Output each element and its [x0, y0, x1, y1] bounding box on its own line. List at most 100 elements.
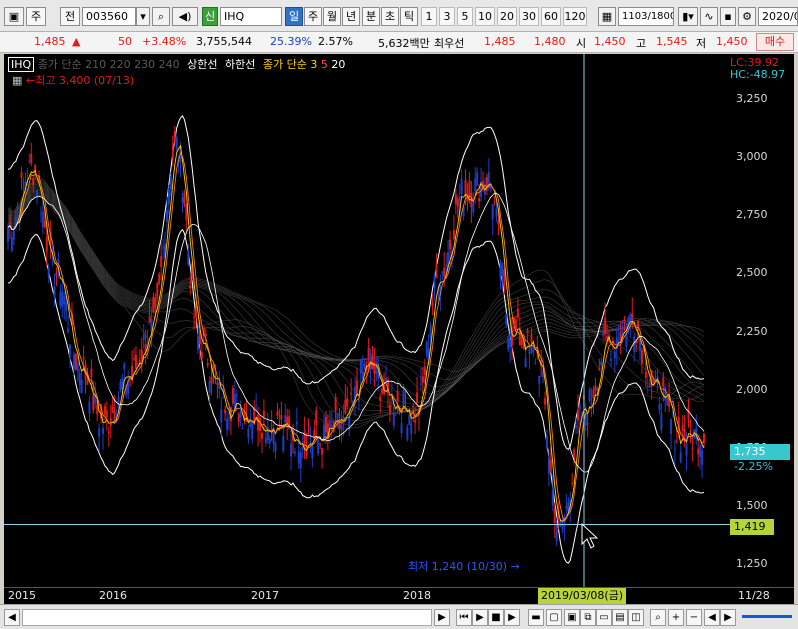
- tab-second[interactable]: 초: [381, 7, 399, 26]
- candle-body: [367, 347, 370, 358]
- prev-button[interactable]: 전: [60, 7, 80, 26]
- candle-body: [55, 272, 58, 276]
- stock-code-input[interactable]: 003560: [82, 7, 136, 26]
- search-icon-bottom[interactable]: ⌕: [650, 609, 666, 626]
- table-icon[interactable]: ▦: [12, 74, 22, 87]
- y-tick-label: 1,500: [736, 498, 768, 512]
- stock-name-field[interactable]: IHQ: [220, 7, 282, 26]
- date-field[interactable]: 2020/0: [758, 7, 798, 26]
- scroll-bar[interactable]: ◀ ▶ ⏮ ▶ ■ ▶ ▬ ▢ ▣ ⧉ ▭ ▤ ◫ ⌕ + − ◀ ▶: [0, 604, 798, 629]
- tab-tick[interactable]: 틱: [400, 7, 418, 26]
- play-icon[interactable]: ▶: [472, 609, 488, 626]
- buy-button[interactable]: 매수: [756, 33, 794, 51]
- chevron-down-icon[interactable]: ▾: [136, 7, 150, 26]
- candle-body: [604, 317, 607, 334]
- chart-canvas[interactable]: [4, 54, 730, 604]
- candle-body: [158, 274, 161, 284]
- period-5-button[interactable]: 5: [457, 7, 473, 26]
- y-tick-label: 3,250: [736, 92, 768, 106]
- candle-body: [468, 180, 471, 195]
- trade-amount: 5,632백만: [378, 37, 430, 50]
- period-unit-button[interactable]: 주: [26, 7, 46, 26]
- ma-line: [7, 180, 705, 387]
- candle-body: [181, 197, 184, 203]
- period-1-button[interactable]: 1: [421, 7, 437, 26]
- candle-body: [140, 349, 143, 360]
- candle-body: [499, 264, 502, 278]
- candle-body: [410, 423, 413, 434]
- candle-body: [687, 407, 690, 420]
- candle-body: [478, 197, 481, 202]
- candle-body: [528, 346, 531, 354]
- candle-body: [681, 424, 684, 432]
- candle-body: [600, 361, 603, 366]
- search-icon[interactable]: ⌕: [152, 7, 170, 26]
- candle-body: [507, 337, 510, 350]
- candle-body: [315, 410, 318, 426]
- single-window-icon[interactable]: ▣: [564, 609, 580, 626]
- tab-day[interactable]: 일: [285, 7, 303, 26]
- period-60-button[interactable]: 60: [541, 7, 561, 26]
- candle-body: [685, 443, 688, 456]
- zoom-out-icon[interactable]: −: [686, 609, 702, 626]
- candle-body: [241, 428, 244, 430]
- candle-body: [160, 255, 163, 268]
- candle-body: [433, 275, 436, 288]
- candle-body: [231, 387, 234, 404]
- candle-body: [652, 380, 655, 382]
- period-30-button[interactable]: 30: [519, 7, 539, 26]
- candle-body: [80, 379, 83, 394]
- tab-month[interactable]: 월: [323, 7, 341, 26]
- candle-body: [452, 230, 455, 240]
- period-10-button[interactable]: 10: [475, 7, 495, 26]
- candle-body: [474, 178, 477, 192]
- candle-body: [123, 363, 126, 369]
- candle-body: [575, 425, 578, 428]
- window-icon[interactable]: ▣: [4, 7, 24, 26]
- new-badge: 신: [202, 7, 218, 26]
- candle-body: [578, 405, 581, 410]
- split-icon[interactable]: ◫: [628, 609, 644, 626]
- candle-body: [20, 172, 23, 178]
- period-20-button[interactable]: 20: [497, 7, 517, 26]
- candle-body: [631, 313, 634, 321]
- period-120-button[interactable]: 120: [563, 7, 587, 26]
- tab-week[interactable]: 주: [304, 7, 322, 26]
- scroll-track[interactable]: [22, 609, 432, 626]
- candle-body: [664, 386, 667, 401]
- layout-icon[interactable]: ▤: [612, 609, 628, 626]
- candle-body: [311, 444, 314, 459]
- candle-body: [59, 292, 62, 306]
- bar-view-icon[interactable]: ▬: [528, 609, 544, 626]
- bid-price: 1,480: [534, 35, 566, 48]
- period-3-button[interactable]: 3: [439, 7, 455, 26]
- next-icon[interactable]: ▶: [504, 609, 520, 626]
- gear-icon[interactable]: ⚙: [738, 7, 756, 26]
- zoom-box-icon[interactable]: ▢: [546, 609, 562, 626]
- candle-body: [565, 505, 568, 509]
- grid-icon[interactable]: ▦: [598, 7, 616, 26]
- candle-body: [703, 433, 705, 443]
- dual-window-icon[interactable]: ⧉: [580, 609, 596, 626]
- window-mode-icon[interactable]: ▭: [596, 609, 612, 626]
- candle-body: [321, 448, 324, 455]
- candle-settings-icon[interactable]: ▮▾: [678, 7, 698, 26]
- indicator-icon[interactable]: ∿: [700, 7, 718, 26]
- scroll-right-icon[interactable]: ▶: [434, 609, 450, 626]
- speaker-icon[interactable]: ◀): [172, 7, 198, 26]
- price-chart[interactable]: IHQ 종가 단순 210 220 230 240 상한선 하한선 종가 단순 …: [4, 54, 730, 604]
- scroll-back-icon[interactable]: ◀: [704, 609, 720, 626]
- first-page-icon[interactable]: ⏮: [456, 609, 472, 626]
- candle-body: [381, 388, 384, 394]
- tab-year[interactable]: 년: [342, 7, 360, 26]
- tab-minute[interactable]: 분: [362, 7, 380, 26]
- candle-body: [429, 325, 432, 339]
- candle-body: [476, 172, 479, 186]
- stop-icon[interactable]: ■: [488, 609, 504, 626]
- scroll-forward-icon[interactable]: ▶: [720, 609, 736, 626]
- zoom-in-icon[interactable]: +: [668, 609, 684, 626]
- save-icon[interactable]: ▪: [720, 7, 736, 26]
- count-field[interactable]: 1103/1800: [618, 7, 674, 26]
- scroll-left-icon[interactable]: ◀: [4, 609, 20, 626]
- candle-body: [239, 410, 242, 418]
